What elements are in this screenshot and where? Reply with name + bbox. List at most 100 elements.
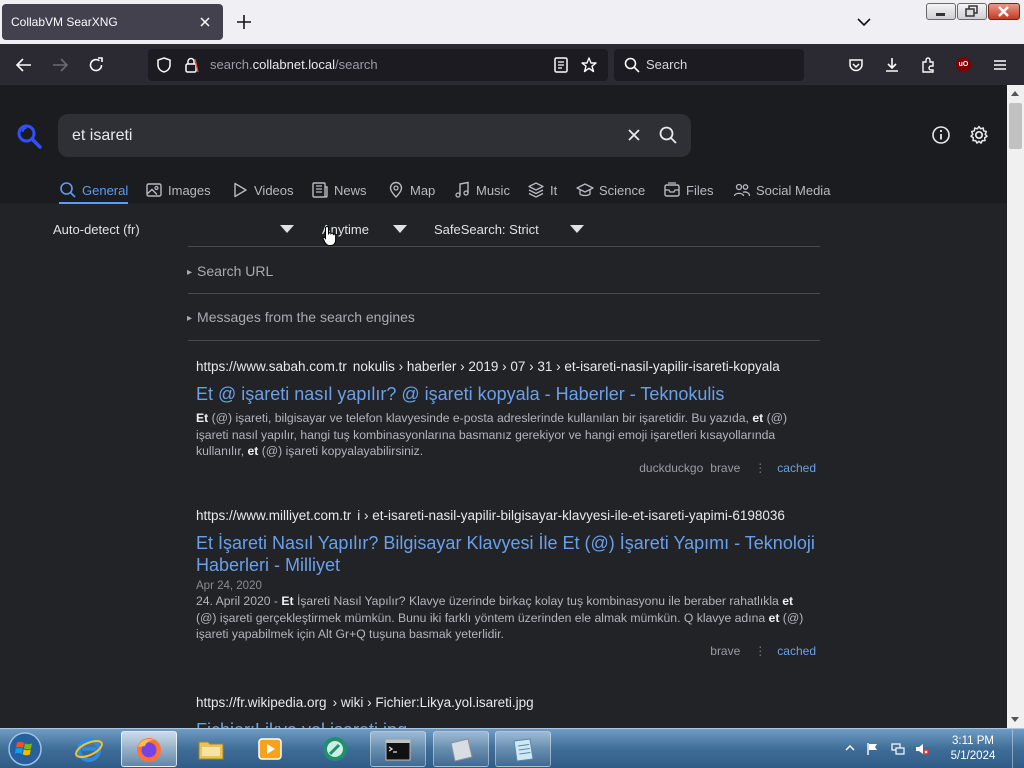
lock-icon[interactable] — [182, 56, 200, 74]
tab-it[interactable]: It — [527, 177, 557, 203]
tab-label: Images — [168, 182, 211, 198]
show-hidden-icons-icon[interactable] — [845, 743, 855, 753]
search-result: https://www.milliyet.com.tr i › et-isaret… — [196, 508, 816, 658]
search-bar-placeholder: Search — [646, 57, 688, 72]
flag-icon[interactable] — [866, 742, 880, 756]
close-icon[interactable] — [197, 14, 213, 30]
page-scrollbar[interactable] — [1007, 85, 1024, 728]
tab-label: Music — [476, 182, 510, 198]
extensions-icon[interactable] — [919, 56, 937, 74]
result-url[interactable]: https://www.milliyet.com.tr i › et-isaret… — [196, 508, 816, 526]
window-icon — [450, 738, 473, 762]
pocket-icon[interactable] — [847, 56, 865, 74]
taskbar-internet-explorer[interactable] — [62, 731, 118, 767]
chevron-down-icon[interactable] — [855, 13, 873, 31]
clock-time: 3:11 PM — [952, 735, 994, 747]
url-path: /search — [335, 57, 378, 72]
tab-files[interactable]: Files — [663, 177, 713, 203]
tab-music[interactable]: Music — [453, 177, 510, 203]
notepad-icon — [513, 738, 534, 762]
firefox-icon — [137, 738, 161, 762]
snippet-text: (@) işareti gerçekleştirmek mümkün. Bunu… — [196, 610, 769, 625]
safesearch-select[interactable]: SafeSearch: Strict — [434, 222, 539, 237]
highlight: Et — [281, 594, 294, 608]
chevron-down-icon[interactable] — [570, 225, 584, 233]
gear-icon[interactable] — [968, 124, 990, 146]
speaker-muted-icon[interactable] — [915, 742, 929, 756]
taskbar-media-player[interactable] — [243, 731, 299, 767]
browser-search-bar[interactable]: Search — [614, 49, 804, 81]
result-title-link[interactable]: Et @ işareti nasıl yapılır? @ işareti ko… — [196, 383, 816, 405]
taskbar-command-prompt[interactable] — [370, 731, 426, 767]
shield-icon[interactable] — [155, 56, 173, 74]
search-result: https://www.sabah.com.tr nokulis › haberl… — [196, 359, 816, 475]
hamburger-menu-icon[interactable] — [991, 56, 1009, 74]
result-url[interactable]: https://fr.wikipedia.org › wiki › Fichier… — [196, 695, 816, 713]
info-icon[interactable] — [931, 125, 951, 145]
tab-map[interactable]: Map — [387, 177, 435, 203]
engine-messages-toggle[interactable]: Messages from the search engines — [187, 309, 415, 325]
result-title-link[interactable]: Fichier:Likya yol isareti.jpg — [196, 719, 816, 728]
forward-arrow-icon[interactable] — [51, 56, 69, 74]
result-url[interactable]: https://www.sabah.com.tr nokulis › haberl… — [196, 359, 816, 377]
result-url-host: https://fr.wikipedia.org — [196, 695, 327, 710]
chevron-down-icon[interactable] — [393, 225, 407, 233]
maximize-button[interactable] — [957, 3, 987, 20]
reader-view-icon[interactable] — [552, 56, 570, 74]
highlight: et — [247, 444, 259, 458]
windows-start-icon[interactable] — [5, 730, 45, 768]
star-icon[interactable] — [580, 56, 598, 74]
show-desktop-button[interactable] — [1012, 729, 1024, 768]
result-engines: brave ⋮ cached — [196, 644, 816, 658]
back-arrow-icon[interactable] — [15, 56, 33, 74]
tab-general[interactable]: General — [59, 177, 129, 204]
clear-icon[interactable] — [626, 127, 642, 143]
taskbar-app[interactable] — [308, 731, 364, 767]
language-select[interactable]: Auto-detect (fr) — [53, 222, 140, 237]
result-url-path: › wiki › Fichier:Likya.yol.isareti.jpg — [332, 695, 534, 710]
scroll-up-arrow-icon[interactable] — [1011, 91, 1019, 96]
category-tabs: General Images Videos News Map Music It — [0, 177, 1007, 204]
tab-images[interactable]: Images — [145, 177, 211, 203]
people-icon — [733, 183, 751, 197]
tab-news[interactable]: News — [311, 177, 367, 203]
tab-social-media[interactable]: Social Media — [733, 177, 830, 203]
browser-tab[interactable]: CollabVM SearXNG — [2, 4, 223, 40]
tab-science[interactable]: Science — [576, 177, 645, 203]
search-query-box[interactable]: et isareti — [58, 114, 691, 157]
download-icon[interactable] — [883, 56, 901, 74]
chevron-down-icon[interactable] — [280, 225, 294, 233]
search-icon[interactable] — [658, 125, 678, 145]
cached-link[interactable]: cached — [777, 644, 816, 658]
music-note-icon — [455, 181, 469, 198]
result-date: Apr 24, 2020 — [196, 580, 262, 592]
cached-link[interactable]: cached — [777, 461, 816, 475]
network-icon[interactable] — [891, 742, 905, 756]
plus-icon[interactable] — [234, 12, 254, 32]
taskbar-firefox[interactable] — [121, 731, 177, 767]
more-vertical-icon: ⋮ — [754, 643, 767, 658]
result-title-link[interactable]: Et İşareti Nasıl Yapılır? Bilgisayar Kla… — [196, 532, 816, 576]
scroll-down-arrow-icon[interactable] — [1011, 717, 1019, 722]
system-clock[interactable]: 3:11 PM 5/1/2024 — [940, 734, 1006, 764]
tab-label: Science — [599, 182, 646, 198]
search-url-toggle[interactable]: Search URL — [187, 263, 273, 279]
taskbar-window[interactable] — [433, 731, 489, 767]
snippet-text: 24. April 2020 - — [196, 594, 282, 608]
map-pin-icon — [389, 181, 403, 198]
ublock-origin-icon[interactable]: uO — [956, 57, 971, 72]
tab-label: Social Media — [756, 182, 831, 198]
scroll-thumb[interactable] — [1009, 103, 1022, 149]
minimize-button[interactable] — [926, 3, 956, 20]
tab-label: Videos — [254, 182, 294, 198]
divider — [188, 293, 820, 294]
searxng-logo-icon[interactable] — [16, 123, 42, 149]
close-window-button[interactable] — [988, 3, 1020, 20]
search-input[interactable]: et isareti — [72, 127, 132, 145]
taskbar-file-explorer[interactable] — [184, 731, 240, 767]
taskbar-notepad[interactable] — [495, 731, 551, 767]
tab-videos[interactable]: Videos — [231, 177, 294, 203]
clock-date: 5/1/2024 — [950, 750, 996, 762]
reload-icon[interactable] — [87, 56, 105, 74]
address-bar[interactable]: search.collabnet.local/search — [148, 49, 608, 81]
